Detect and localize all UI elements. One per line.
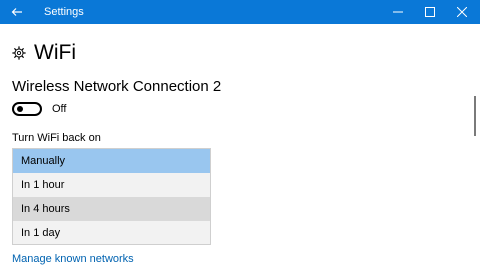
wifi-toggle[interactable] (12, 102, 42, 116)
window-title: Settings (44, 6, 84, 18)
minimize-icon (393, 11, 403, 13)
close-icon (457, 7, 467, 17)
scroll-thumb[interactable] (474, 96, 476, 136)
option-in-1-day[interactable]: In 1 day (13, 221, 210, 245)
minimize-button[interactable] (382, 0, 414, 24)
network-name: Wireless Network Connection 2 (12, 78, 222, 95)
settings-content: WiFi Wireless Network Connection 2 Off T… (0, 24, 470, 279)
maximize-icon (425, 7, 435, 17)
turn-back-on-label: Turn WiFi back on (12, 132, 101, 144)
maximize-button[interactable] (414, 0, 446, 24)
toggle-state-label: Off (52, 103, 67, 115)
option-manually[interactable]: Manually (13, 149, 210, 173)
option-in-4-hours[interactable]: In 4 hours (13, 197, 210, 221)
back-button[interactable] (0, 0, 34, 24)
page-title: WiFi (34, 41, 76, 64)
turn-back-on-dropdown[interactable]: Manually In 1 hour In 4 hours In 1 day (12, 148, 211, 245)
page-header: WiFi (12, 40, 76, 66)
gear-icon (12, 46, 26, 60)
toggle-knob (17, 106, 23, 112)
scrollbar[interactable] (470, 24, 480, 279)
close-button[interactable] (446, 0, 478, 24)
title-bar: Settings (0, 0, 480, 24)
option-in-1-hour[interactable]: In 1 hour (13, 173, 210, 197)
back-arrow-icon (11, 8, 22, 16)
manage-known-networks-link[interactable]: Manage known networks (12, 252, 134, 266)
